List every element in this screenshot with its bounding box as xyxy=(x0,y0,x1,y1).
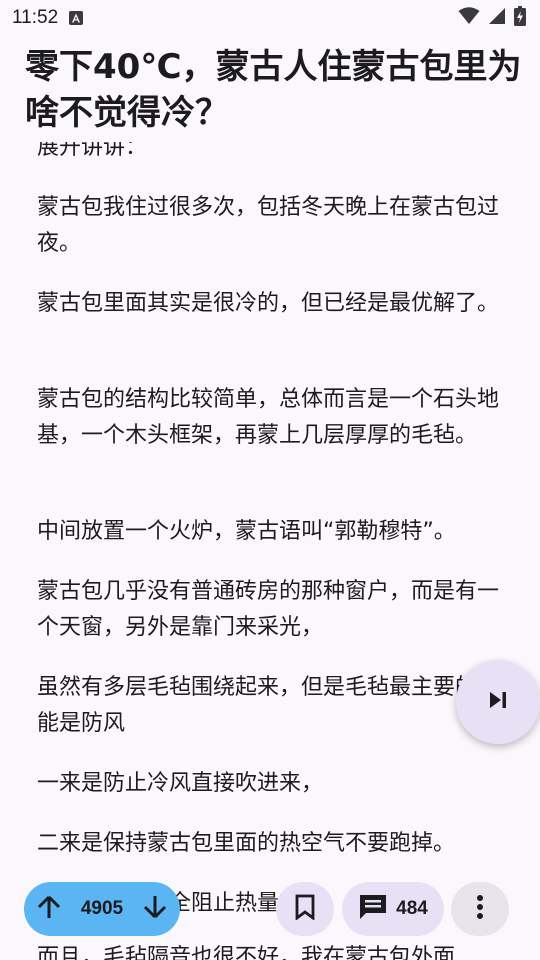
article-paragraph: 而且，毛毡隔音也很不好，我在蒙古包外面 xyxy=(37,945,456,960)
status-right xyxy=(458,6,526,30)
status-time: 11:52 xyxy=(12,7,59,28)
next-answer-button[interactable] xyxy=(456,660,540,744)
upvote-count: 4905 xyxy=(80,898,124,919)
article-paragraph: 中间放置一个火炉，蒙古语叫“郭勒穆特”。 xyxy=(37,519,456,544)
bottom-action-bar: 4905 484 xyxy=(0,880,540,940)
skip-next-icon xyxy=(487,689,509,715)
comment-count: 484 xyxy=(396,898,428,919)
status-bar: 11:52 xyxy=(0,0,540,36)
vote-control: 4905 xyxy=(24,882,180,936)
article-body[interactable]: 展开讲讲： 蒙古包我住过很多次，包括冬天晚上在蒙古包过夜。 蒙古包里面其实是很冷… xyxy=(0,0,540,960)
status-left: 11:52 xyxy=(12,7,84,29)
article-header: 零下40℃，蒙古人住蒙古包里为啥不觉得冷？ xyxy=(0,36,540,142)
more-vert-icon xyxy=(476,894,484,924)
article-paragraph: 二来是保持蒙古包里面的热空气不要跑掉。 xyxy=(37,831,456,856)
upvote-button[interactable] xyxy=(36,894,62,924)
downvote-button[interactable] xyxy=(142,894,168,924)
battery-charging-icon xyxy=(514,6,526,30)
article-paragraph: 虽然有多层毛毡围绕起来，但是毛毡最主要的功能是防风 xyxy=(37,675,500,736)
bookmark-button[interactable] xyxy=(276,882,334,936)
article-paragraph: 蒙古包几乎没有普通砖房的那种窗户，而是有一个天窗，另外是靠门来采光， xyxy=(37,579,500,640)
more-options-button[interactable] xyxy=(451,882,509,936)
signal-icon xyxy=(488,7,506,29)
wifi-icon xyxy=(458,7,480,29)
comment-icon xyxy=(358,893,388,925)
comments-button[interactable]: 484 xyxy=(342,882,444,936)
article-paragraph: 蒙古包里面其实是很冷的，但已经是最优解了。 xyxy=(37,291,500,316)
article-title: 零下40℃，蒙古人住蒙古包里为啥不觉得冷？ xyxy=(25,47,522,133)
article-paragraph: 蒙古包的结构比较简单，总体而言是一个石头地基，一个木头框架，再蒙上几层厚厚的毛毡… xyxy=(37,387,500,448)
bookmark-icon xyxy=(294,894,316,924)
accessibility-notification-icon xyxy=(68,10,84,26)
article-paragraph: 蒙古包我住过很多次，包括冬天晚上在蒙古包过夜。 xyxy=(37,195,500,256)
article-paragraph: 一来是防止冷风直接吹进来， xyxy=(37,771,324,796)
